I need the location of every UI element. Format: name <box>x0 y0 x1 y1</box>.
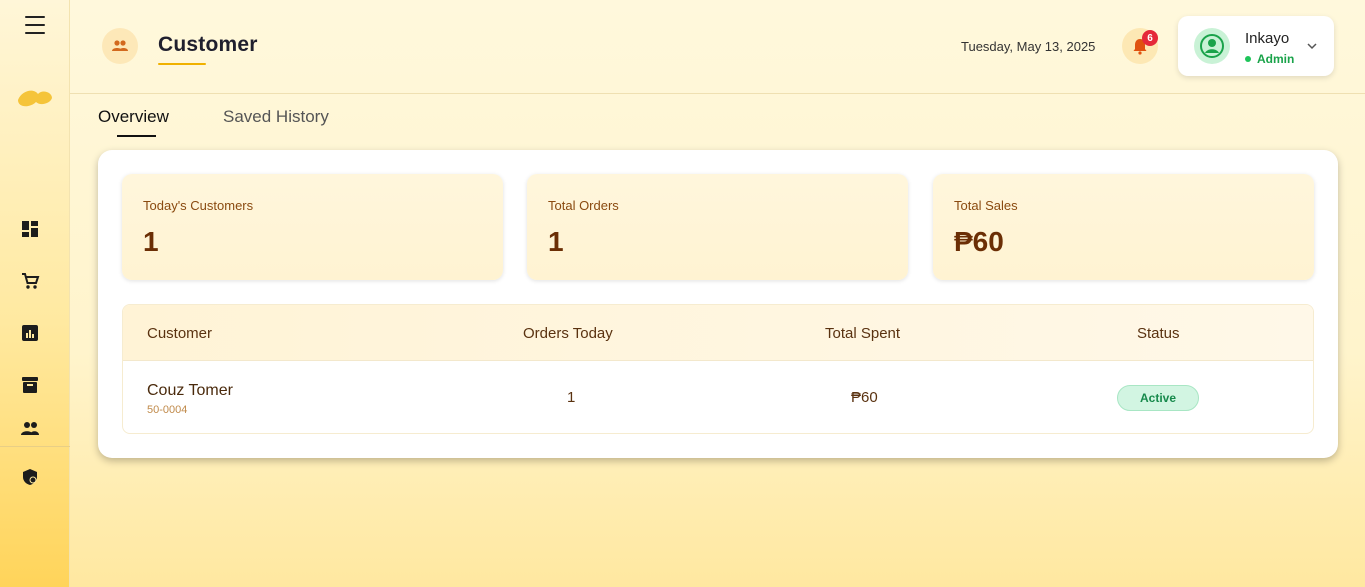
avatar <box>1194 28 1230 64</box>
customers-icon[interactable] <box>20 419 40 439</box>
reports-icon[interactable] <box>20 323 40 343</box>
sidebar-divider <box>0 446 70 447</box>
user-icon <box>1200 34 1224 58</box>
notification-badge: 6 <box>1142 30 1158 46</box>
title-underline <box>158 63 206 65</box>
overview-panel: Today's Customers 1 Total Orders 1 Total… <box>98 150 1338 458</box>
current-date: Tuesday, May 13, 2025 <box>961 39 1096 54</box>
status-badge: Active <box>1117 385 1199 411</box>
customer-name: Couz Tomer <box>147 382 233 399</box>
customer-table: Customer Orders Today Total Spent Status… <box>122 304 1314 434</box>
stat-label: Total Orders <box>548 198 619 213</box>
stat-value: ₱60 <box>954 226 1004 257</box>
logo-icon <box>18 90 52 107</box>
stat-card-sales: Total Sales ₱60 <box>933 174 1314 280</box>
menu-icon[interactable] <box>25 16 45 34</box>
column-header-orders-today: Orders Today <box>523 325 613 342</box>
online-dot <box>1245 56 1251 62</box>
chevron-down-icon <box>1307 43 1317 50</box>
user-name: Inkayo <box>1245 30 1290 47</box>
user-role: Admin <box>1257 52 1295 66</box>
table-header: Customer Orders Today Total Spent Status <box>123 305 1313 361</box>
page-title: Customer <box>158 33 258 56</box>
stat-card-orders: Total Orders 1 <box>527 174 908 280</box>
security-icon[interactable] <box>20 467 40 487</box>
column-header-status: Status <box>1137 325 1180 342</box>
stat-label: Total Sales <box>954 198 1018 213</box>
orders-today-value: 1 <box>567 389 576 406</box>
stat-card-customers: Today's Customers 1 <box>122 174 503 280</box>
customers-icon <box>102 28 138 64</box>
active-tab-indicator <box>117 135 156 137</box>
stat-value: 1 <box>548 226 564 257</box>
column-header-customer: Customer <box>147 325 213 342</box>
column-header-total-spent: Total Spent <box>825 325 901 342</box>
sidebar <box>0 0 70 587</box>
tab-overview[interactable]: Overview <box>98 107 169 127</box>
stat-label: Today's Customers <box>143 198 254 213</box>
total-spent-value: ₱60 <box>851 389 878 406</box>
dashboard-icon[interactable] <box>20 219 40 239</box>
cart-icon[interactable] <box>20 271 40 291</box>
header: Customer Tuesday, May 13, 2025 6 Inkayo … <box>70 0 1365 94</box>
stat-value: 1 <box>143 226 159 257</box>
user-menu[interactable]: Inkayo Admin <box>1178 16 1334 76</box>
archive-icon[interactable] <box>20 375 40 395</box>
customer-id: 50-0004 <box>147 404 188 416</box>
tab-saved-history[interactable]: Saved History <box>223 107 329 127</box>
